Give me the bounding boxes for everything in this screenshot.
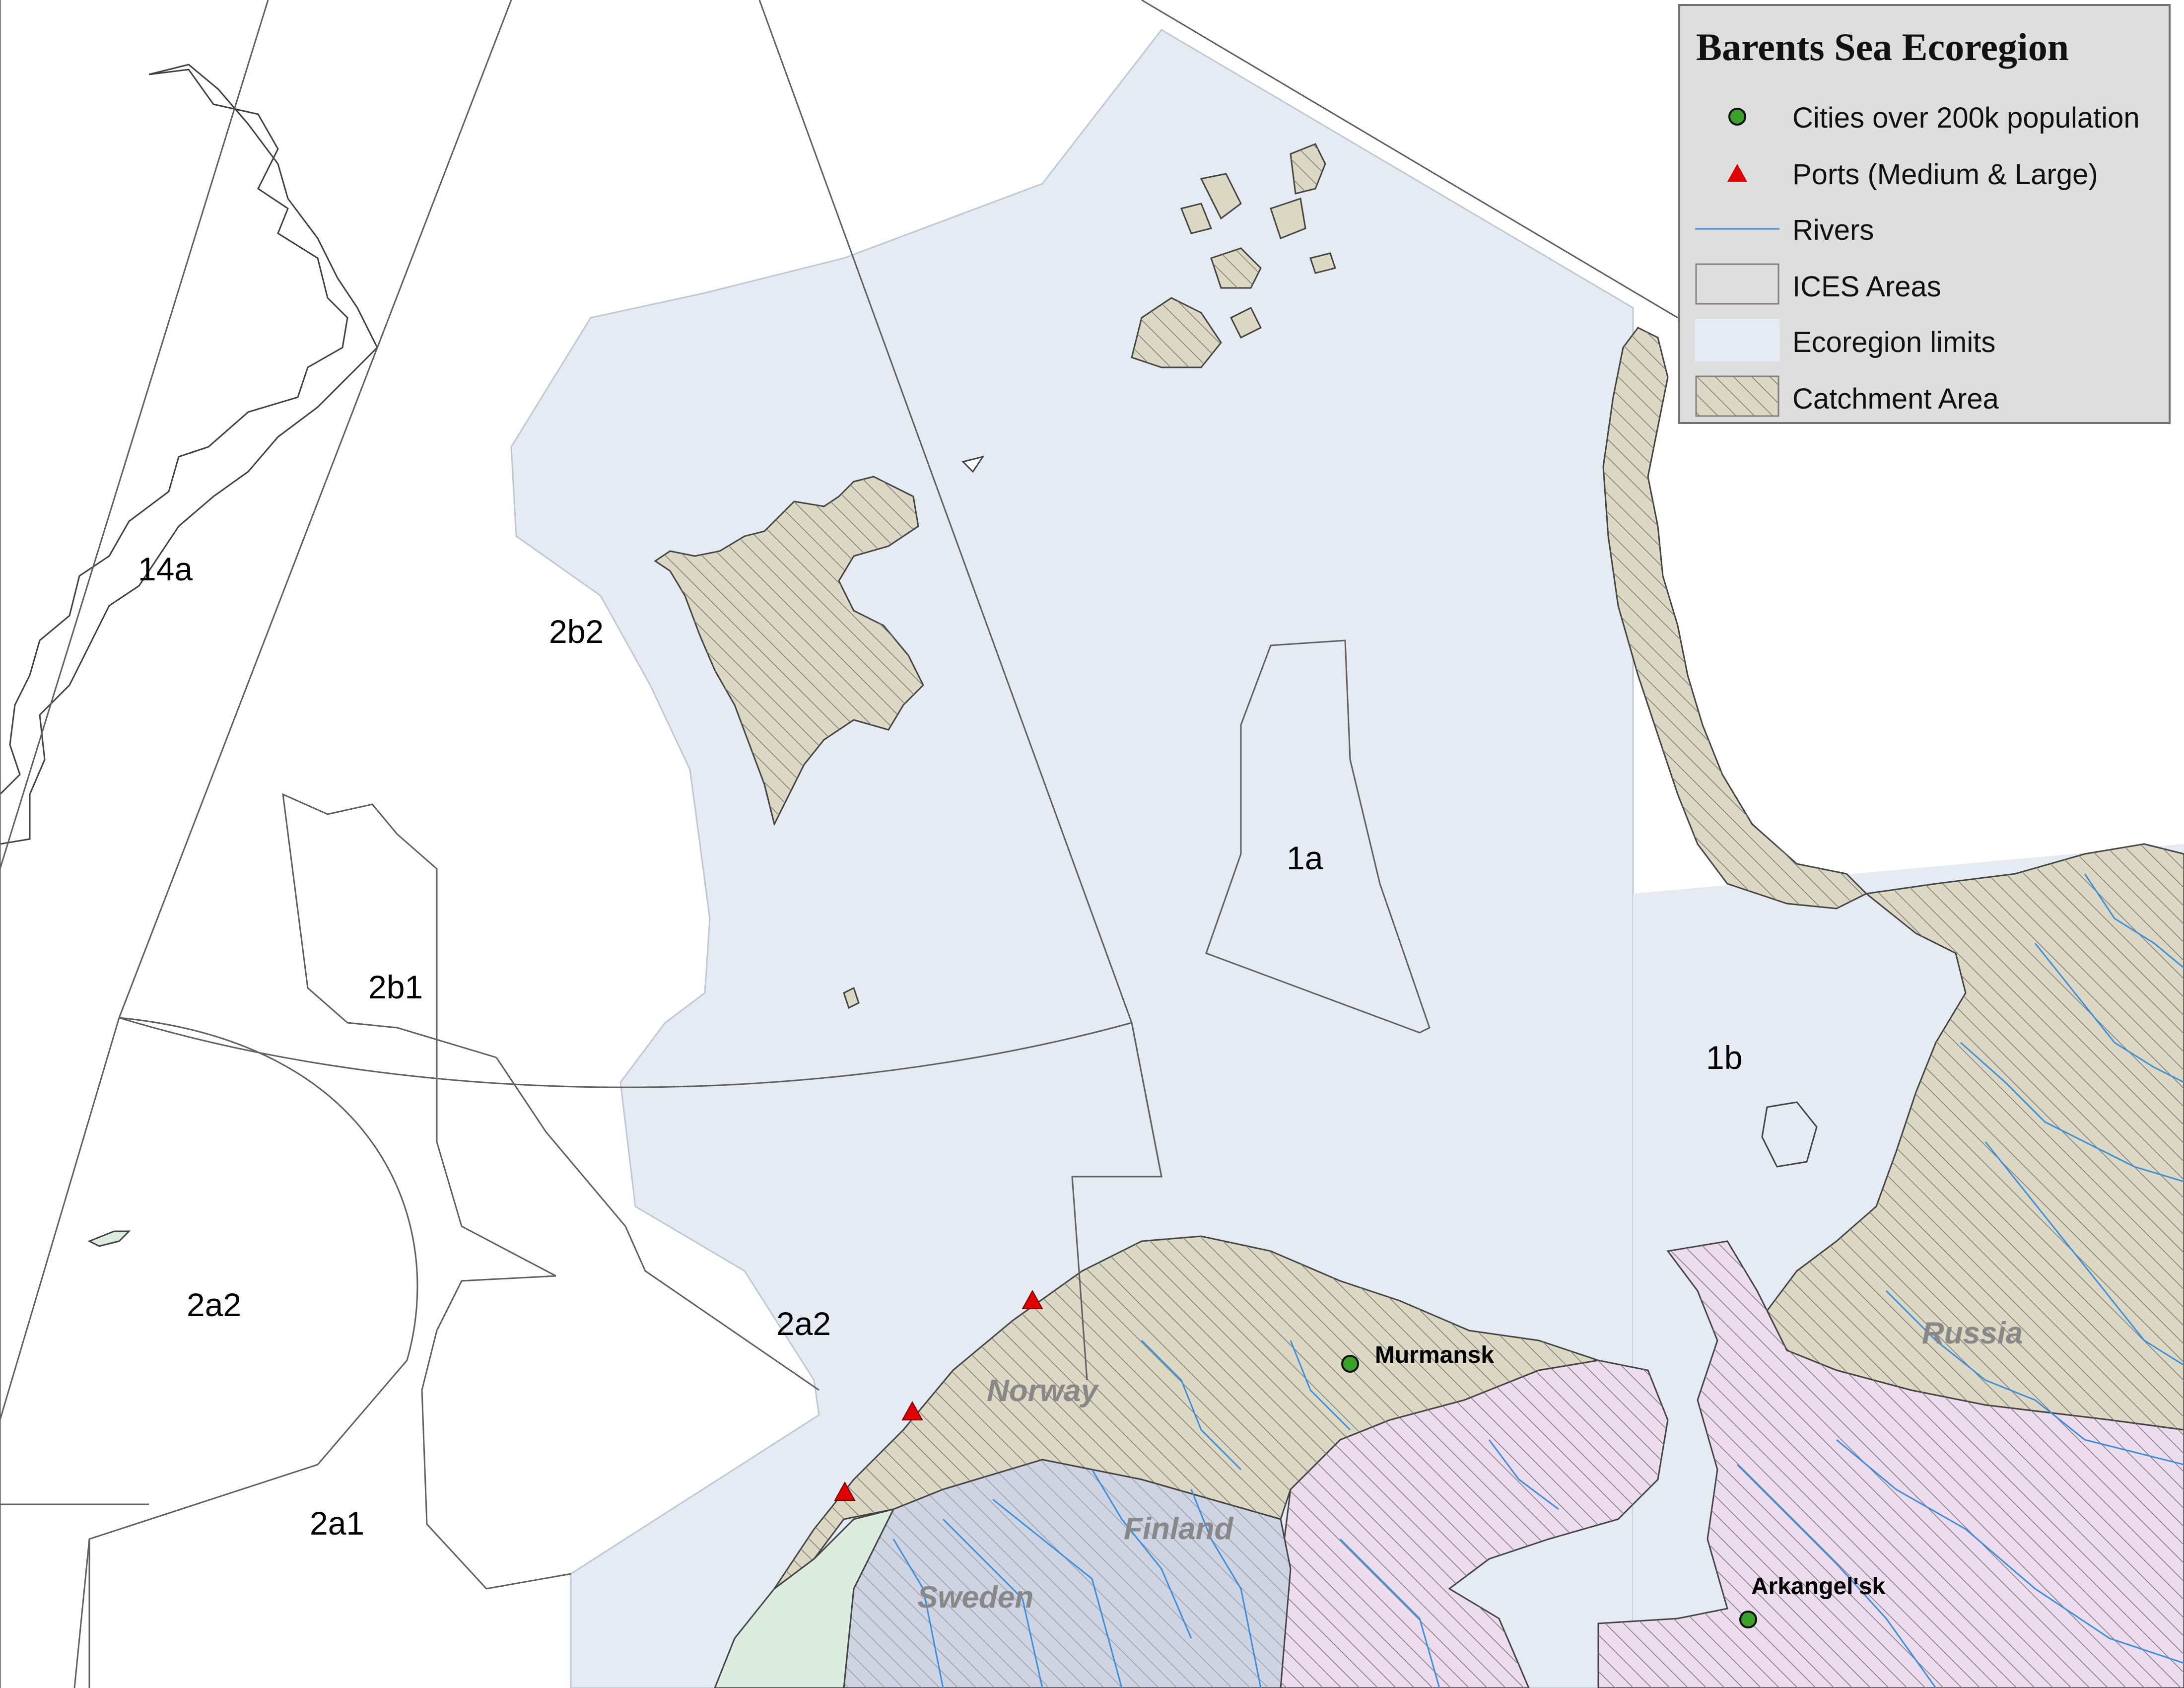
area-label-2b1: 2b1 <box>368 969 423 1005</box>
area-label-14a: 14a <box>138 551 193 587</box>
area-label-2a2-east: 2a2 <box>776 1305 831 1342</box>
catchment-hatch-swatch <box>1695 375 1779 417</box>
legend-item-ports: Ports (Medium & Large) <box>1680 149 2169 199</box>
legend-label-ports: Ports (Medium & Large) <box>1792 158 2098 191</box>
legend-label-catchment: Catchment Area <box>1792 383 1999 415</box>
ices-area-swatch <box>1695 263 1779 305</box>
jan-mayen-islet <box>87 1230 131 1247</box>
legend-item-catchment: Catchment Area <box>1680 373 2169 423</box>
legend-label-ices: ICES Areas <box>1792 271 1941 303</box>
legend-item-ices: ICES Areas <box>1680 261 2169 311</box>
country-label-finland: Finland <box>1124 1512 1233 1546</box>
legend-label-cities: Cities over 200k population <box>1792 102 2140 134</box>
river-line-icon <box>1695 228 1779 230</box>
port-triangle-icon <box>1727 164 1747 182</box>
country-label-norway: Norway <box>987 1374 1098 1408</box>
city-label-murmansk: Murmansk <box>1375 1342 1495 1368</box>
legend-label-ecoregion: Ecoregion limits <box>1792 326 1996 358</box>
legend-title: Barents Sea Ecoregion <box>1696 25 2069 69</box>
legend-item-ecoregion: Ecoregion limits <box>1680 317 2169 366</box>
greenland-coast <box>0 64 378 845</box>
city-dot-icon <box>1728 108 1746 126</box>
legend-item-rivers: Rivers <box>1680 205 2169 254</box>
area-label-2b2: 2b2 <box>549 613 604 650</box>
country-label-sweden: Sweden <box>917 1580 1034 1615</box>
legend-item-cities: Cities over 200k population <box>1680 92 2169 142</box>
city-label-arkangelsk: Arkangel'sk <box>1751 1573 1886 1600</box>
ecoregion-swatch <box>1695 319 1779 361</box>
area-label-1b: 1b <box>1706 1039 1743 1076</box>
legend-label-rivers: Rivers <box>1792 214 1874 246</box>
area-label-2a1: 2a1 <box>310 1505 365 1542</box>
area-label-1a: 1a <box>1287 840 1323 876</box>
legend-panel: Barents Sea Ecoregion Cities over 200k p… <box>1678 4 2171 424</box>
country-label-russia: Russia <box>1922 1316 2023 1350</box>
area-label-2a2-west: 2a2 <box>187 1286 242 1323</box>
